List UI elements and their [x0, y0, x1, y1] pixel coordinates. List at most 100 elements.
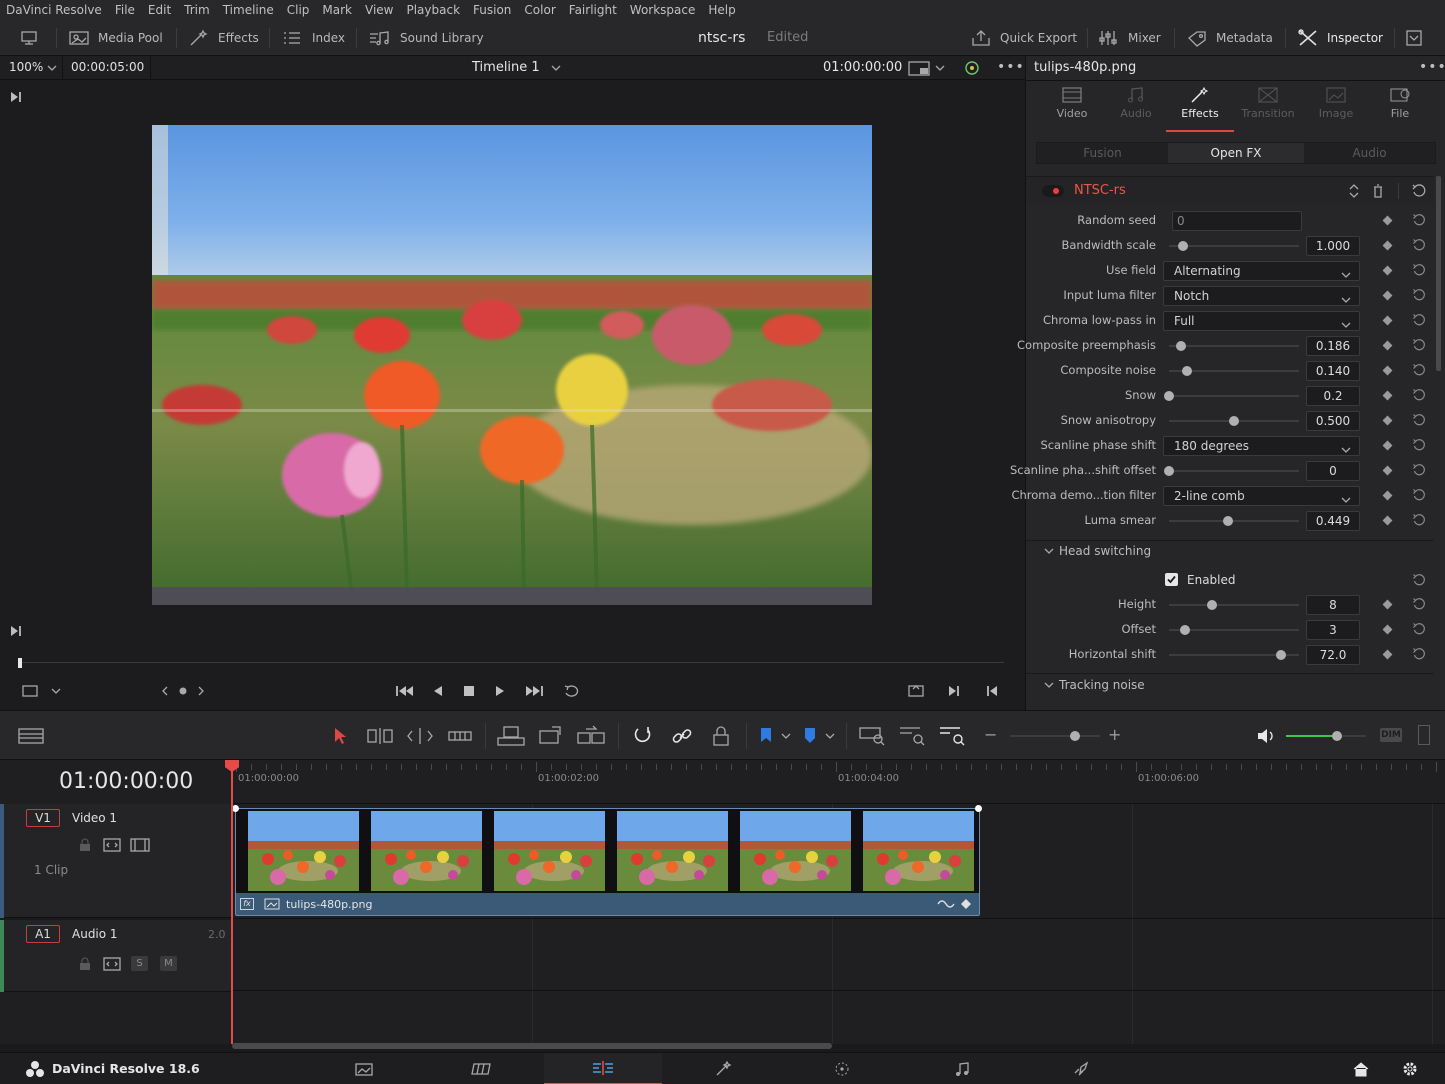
lock-icon[interactable] [78, 957, 92, 971]
linked-selection-icon[interactable] [671, 725, 693, 747]
clip-trim-handle-right[interactable] [975, 805, 982, 812]
inspector-scrollbar[interactable] [1436, 176, 1441, 371]
param-slider[interactable] [1169, 600, 1299, 610]
tab-video[interactable]: Video [1038, 86, 1106, 132]
param-slider[interactable] [1164, 391, 1299, 401]
selection-tool-icon[interactable] [332, 726, 348, 746]
keyframe-icon[interactable] [1382, 290, 1393, 301]
enabled-checkbox[interactable] [1165, 573, 1178, 586]
mute-button[interactable]: M [160, 956, 177, 971]
param-slider-knob[interactable] [1179, 625, 1190, 635]
keyframe-icon[interactable] [1382, 515, 1393, 526]
color-wheel-icon[interactable] [962, 59, 982, 77]
reset-icon[interactable] [1412, 388, 1426, 405]
play-reverse-icon[interactable] [431, 684, 445, 698]
menu-view[interactable]: View [365, 3, 393, 17]
tab-audio[interactable]: Audio [1102, 86, 1170, 132]
tab-image[interactable]: Image [1302, 86, 1370, 132]
tab-file[interactable]: File [1366, 86, 1434, 132]
auto-select-icon[interactable] [103, 957, 121, 971]
keyframe-icon[interactable] [1382, 340, 1393, 351]
overwrite-clip-icon[interactable] [538, 725, 564, 747]
reset-icon[interactable] [1411, 183, 1427, 199]
param-text-input[interactable]: 0 [1172, 211, 1302, 231]
subtab-audio[interactable]: Audio [1304, 143, 1435, 163]
scrubber-handle[interactable] [18, 658, 22, 668]
zoom-slider[interactable] [1010, 731, 1100, 741]
effects-button[interactable]: Effects [188, 20, 259, 56]
section-head-switching[interactable]: Head switching [1044, 544, 1151, 558]
param-slider[interactable] [1169, 241, 1299, 251]
reset-icon[interactable] [1412, 413, 1426, 430]
volume-slider[interactable] [1286, 731, 1366, 741]
param-slider-knob[interactable] [1178, 241, 1189, 251]
home-icon[interactable] [1352, 1061, 1370, 1077]
reset-icon[interactable] [1412, 647, 1426, 664]
blade-tool-icon[interactable] [447, 727, 473, 745]
menu-workspace[interactable]: Workspace [630, 3, 696, 17]
reset-icon[interactable] [1412, 263, 1426, 280]
more-options-icon[interactable]: ••• [1419, 59, 1445, 75]
keyframe-icon[interactable] [1382, 365, 1393, 376]
chevron-down-icon[interactable] [551, 64, 561, 72]
zoom-in-icon[interactable]: + [1108, 725, 1121, 744]
trim-edit-icon[interactable] [366, 727, 394, 745]
index-button[interactable]: Index [282, 20, 345, 56]
marker-icon[interactable] [802, 726, 818, 746]
keyframe-icon[interactable] [1382, 315, 1393, 326]
jump-to-end-icon[interactable] [9, 90, 23, 104]
param-slider[interactable] [1169, 416, 1299, 426]
go-to-start-icon[interactable] [395, 684, 415, 698]
page-deliver[interactable] [1022, 1053, 1140, 1084]
keyframe-icon[interactable] [1382, 599, 1393, 610]
track-badge-a1[interactable]: A1 [26, 925, 60, 943]
page-fairlight[interactable] [903, 1053, 1021, 1084]
zoom-level[interactable]: 100% [9, 60, 43, 74]
menu-playback[interactable]: Playback [406, 3, 460, 17]
fx-overlay-icon[interactable] [908, 61, 930, 76]
keyframe-icon[interactable] [1382, 415, 1393, 426]
previous-edit-icon[interactable] [985, 684, 999, 698]
menu-timeline[interactable]: Timeline [223, 3, 274, 17]
tab-transition[interactable]: Transition [1234, 86, 1302, 132]
menu-help[interactable]: Help [708, 3, 735, 17]
timeline-ruler[interactable]: 01:00:00:00 01:00:02:00 01:00:04:00 01:0… [232, 760, 1445, 804]
dim-button[interactable]: DIM [1380, 728, 1402, 742]
volume-icon[interactable] [1256, 727, 1276, 745]
param-slider[interactable] [1169, 625, 1299, 635]
video-enable-icon[interactable] [130, 838, 150, 852]
param-slider[interactable] [1164, 466, 1299, 476]
monitor-icon[interactable] [20, 20, 46, 56]
menu-file[interactable]: File [115, 3, 135, 17]
reset-icon[interactable] [1412, 488, 1426, 505]
trash-icon[interactable] [1372, 184, 1384, 198]
playhead[interactable] [231, 762, 233, 1044]
scrubber-track[interactable] [18, 662, 1004, 663]
play-icon[interactable] [493, 684, 507, 698]
param-slider-knob[interactable] [1164, 466, 1174, 476]
position-lock-icon[interactable] [711, 725, 731, 747]
reset-icon[interactable] [1412, 313, 1426, 330]
replace-clip-icon[interactable] [576, 725, 606, 747]
reset-icon[interactable] [1412, 597, 1426, 614]
menu-app[interactable]: DaVinci Resolve [6, 3, 102, 17]
reset-icon[interactable] [1412, 288, 1426, 305]
menu-trim[interactable]: Trim [184, 3, 210, 17]
keyframe-icon[interactable] [1382, 624, 1393, 635]
chevron-down-icon[interactable] [47, 64, 57, 72]
metadata-button[interactable]: Metadata [1186, 20, 1273, 56]
jog-control-icon[interactable] [160, 684, 206, 698]
zoom-out-icon[interactable]: − [984, 725, 997, 744]
mixer-button[interactable]: Mixer [1098, 20, 1161, 56]
keyframe-icon[interactable] [1382, 649, 1393, 660]
reset-icon[interactable] [1412, 338, 1426, 355]
video-clip[interactable]: fx tulips-480p.png [232, 805, 982, 916]
param-value-input[interactable]: 0 [1306, 461, 1360, 481]
collapse-panel-button[interactable] [1405, 20, 1431, 56]
keyframe-icon[interactable] [1382, 215, 1393, 226]
reset-icon[interactable] [1412, 513, 1426, 530]
page-media[interactable] [305, 1053, 423, 1084]
page-cut[interactable] [423, 1053, 541, 1084]
param-value-input[interactable]: 0.186 [1306, 336, 1360, 356]
chevron-down-icon[interactable] [825, 732, 835, 740]
